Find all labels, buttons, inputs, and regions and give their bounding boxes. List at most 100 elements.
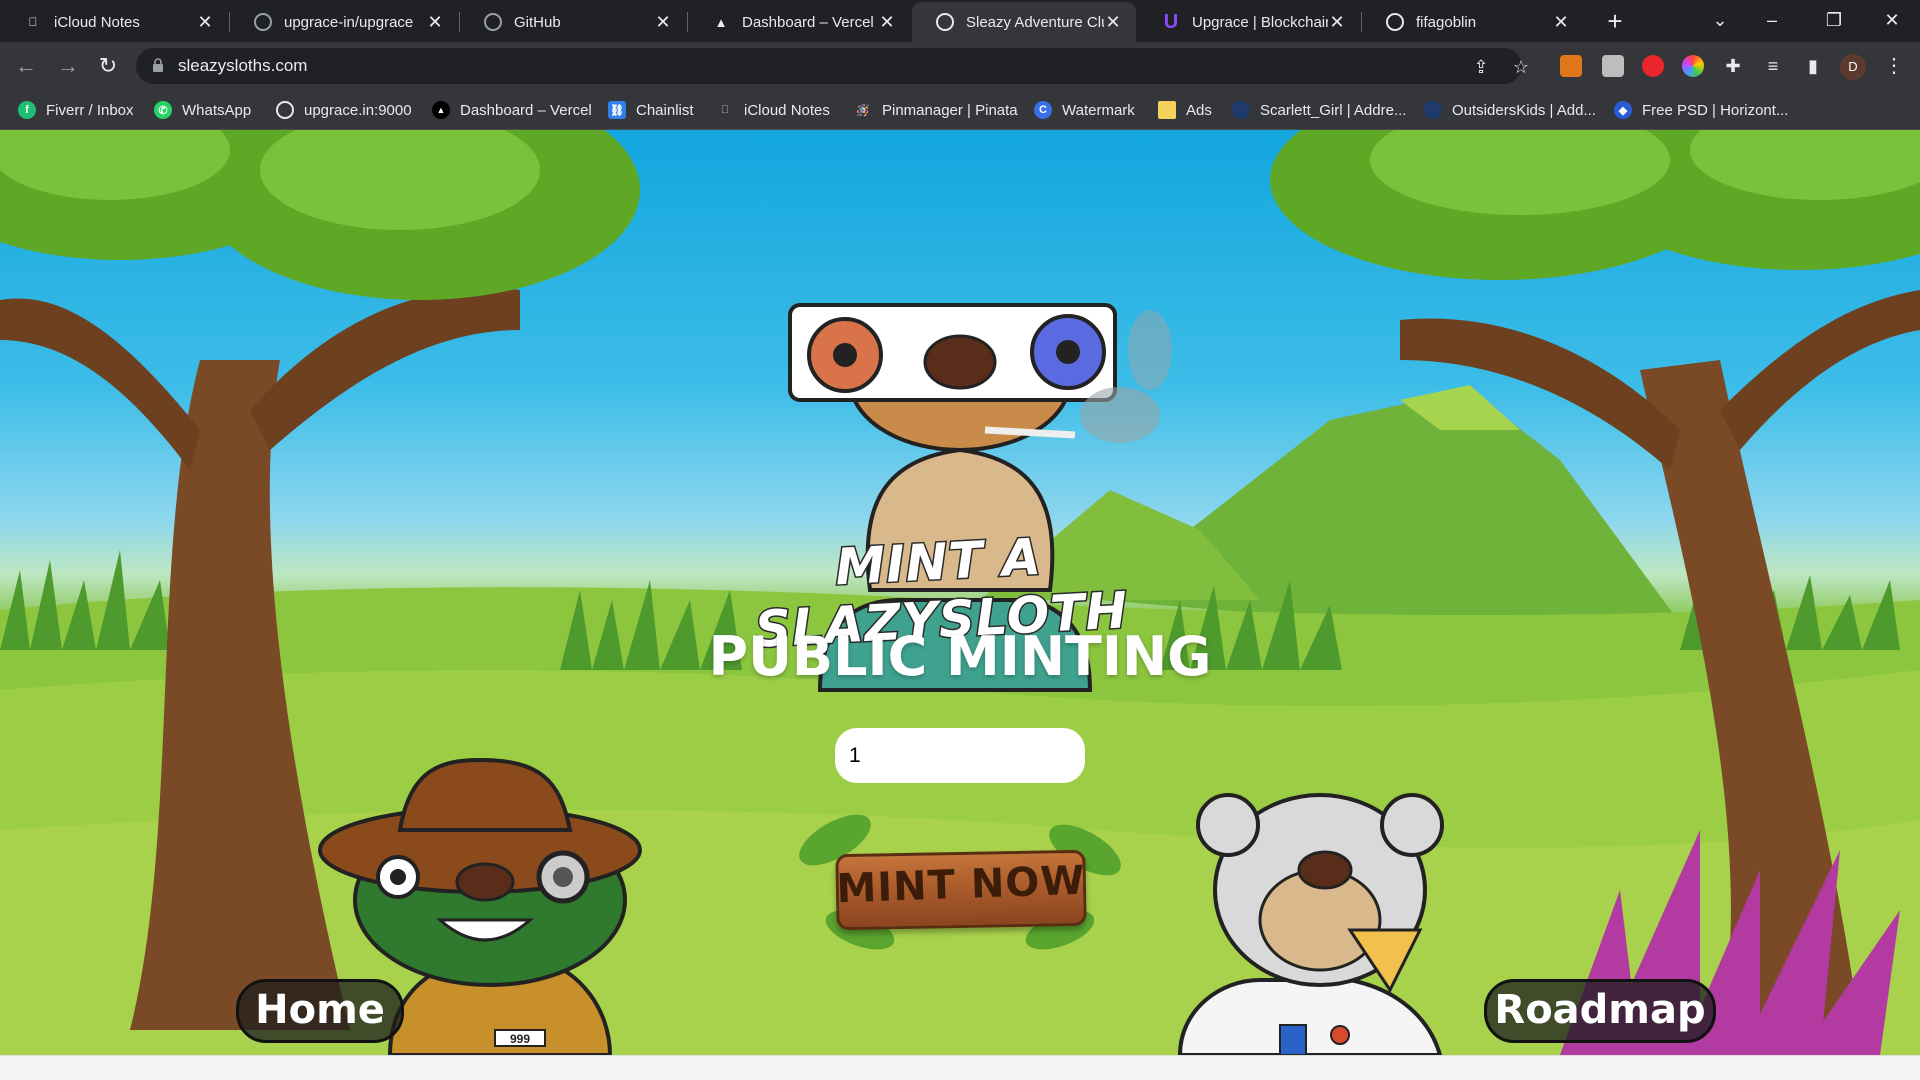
globe-icon: [936, 13, 954, 31]
bookmark-star-icon[interactable]: ☆: [1508, 54, 1534, 80]
bookmark-label: WhatsApp: [182, 101, 252, 119]
opensea-icon: [1424, 101, 1442, 119]
page-heading: PUBLIC MINTING: [708, 625, 1212, 688]
bookmark-label: upgrace.in:9000: [304, 101, 412, 119]
address-bar[interactable]: sleazysloths.com ⇪ ☆: [136, 48, 1529, 84]
tab-strip:  iCloud Notes ✕ upgrace-in/upgrace ✕ Gi…: [0, 0, 1920, 42]
globe-icon: [276, 101, 294, 119]
left-tree-branch: [250, 288, 520, 450]
whatsapp-icon: ✆: [154, 101, 172, 119]
globe-icon: [1386, 13, 1404, 31]
tab-fifagoblin[interactable]: fifagoblin ✕: [1362, 2, 1584, 42]
mint-now-button[interactable]: MINT NOW: [835, 848, 1087, 932]
extension-icon[interactable]: [1602, 55, 1624, 77]
tab-search-chevron-icon[interactable]: ⌄: [1700, 4, 1740, 36]
new-tab-button[interactable]: +: [1600, 6, 1630, 36]
extensions-puzzle-icon[interactable]: ✚: [1720, 53, 1746, 79]
apple-icon: : [24, 13, 42, 31]
profile-avatar[interactable]: D: [1840, 54, 1866, 80]
close-icon[interactable]: ✕: [1552, 12, 1570, 33]
side-panel-icon[interactable]: ▮: [1800, 53, 1826, 79]
bookmark-label: OutsidersKids | Add...: [1452, 101, 1596, 119]
metamask-extension-icon[interactable]: [1560, 55, 1582, 77]
tab-icloud-notes[interactable]:  iCloud Notes ✕: [0, 2, 228, 42]
minimize-icon[interactable]: –: [1752, 4, 1792, 36]
bookmark-scarlett-girl[interactable]: Scarlett_Girl | Addre...: [1232, 98, 1406, 122]
tab-title: upgrace-in/upgrace: [284, 13, 414, 31]
bookmark-watermark[interactable]: C Watermark: [1034, 98, 1135, 122]
close-icon[interactable]: ✕: [196, 12, 214, 33]
close-icon[interactable]: ✕: [426, 12, 444, 33]
freepik-icon: ◆: [1614, 101, 1632, 119]
bookmark-free-psd[interactable]: ◆ Free PSD | Horizont...: [1614, 98, 1788, 122]
github-icon: [254, 13, 272, 31]
tab-vercel[interactable]: ▲ Dashboard – Vercel ✕: [688, 2, 910, 42]
tab-github[interactable]: GitHub ✕: [460, 2, 686, 42]
bookmark-whatsapp[interactable]: ✆ WhatsApp: [154, 98, 251, 122]
reload-icon[interactable]: ↻: [92, 50, 124, 82]
folder-icon: [1158, 101, 1176, 119]
watermark-icon: C: [1034, 101, 1052, 119]
bookmarks-bar: f Fiverr / Inbox ✆ WhatsApp upgrace.in:900…: [0, 90, 1920, 130]
bookmark-label: iCloud Notes: [744, 101, 830, 119]
bookmark-label: Watermark: [1062, 101, 1135, 119]
upgrace-u-icon: U: [1163, 10, 1179, 33]
restore-icon[interactable]: ❐: [1814, 4, 1854, 36]
bookmark-label: Pinmanager | Pinata: [882, 101, 1018, 119]
bookmark-label: Chainlist: [636, 101, 694, 119]
tab-sleazy-adventure-club[interactable]: Sleazy Adventure Club ✕: [912, 2, 1136, 42]
media-controls-icon[interactable]: ≡: [1760, 53, 1786, 79]
tab-title: GitHub: [514, 13, 561, 31]
tab-title: fifagoblin: [1416, 13, 1477, 31]
close-icon[interactable]: ✕: [654, 12, 672, 33]
close-icon[interactable]: ✕: [878, 12, 896, 33]
left-tree-branch: [0, 298, 200, 470]
bookmark-pinata[interactable]: 🪅 Pinmanager | Pinata: [854, 98, 1018, 122]
bookmark-ads[interactable]: Ads: [1158, 98, 1212, 122]
color-picker-extension-icon[interactable]: [1682, 55, 1704, 77]
opensea-icon: [1232, 101, 1250, 119]
apple-icon: : [716, 101, 734, 119]
tab-title: Dashboard – Vercel: [742, 13, 874, 31]
bookmark-label: Scarlett_Girl | Addre...: [1260, 101, 1407, 119]
close-icon[interactable]: ✕: [1328, 12, 1346, 33]
bookmark-vercel[interactable]: ▲ Dashboard – Vercel: [432, 98, 592, 122]
home-button[interactable]: Home: [236, 979, 404, 1043]
bookmark-icloud-notes[interactable]:  iCloud Notes: [716, 98, 830, 122]
back-arrow-icon[interactable]: ←: [10, 50, 42, 82]
pinata-icon: 🪅: [856, 104, 870, 117]
page-viewport: 999 MINT A SLAZYSLOTH PUBLIC MINTING MIN…: [0, 130, 1920, 1055]
tab-title: iCloud Notes: [54, 13, 140, 31]
forward-arrow-icon[interactable]: →: [52, 50, 84, 82]
tab-upgrace-github[interactable]: upgrace-in/upgrace ✕: [230, 2, 458, 42]
more-menu-icon[interactable]: ⋮: [1880, 52, 1908, 80]
bookmark-upgrace[interactable]: upgrace.in:9000: [276, 98, 412, 122]
close-icon[interactable]: ✕: [1104, 12, 1122, 33]
fiverr-icon: f: [18, 101, 36, 119]
bookmark-label: Ads: [1186, 101, 1212, 119]
right-tree-branch: [1720, 290, 1920, 450]
share-icon[interactable]: ⇪: [1468, 54, 1494, 80]
mint-now-label: MINT NOW: [835, 857, 1087, 913]
tab-title: Upgrace | Blockchain: [1192, 13, 1328, 31]
vercel-triangle-icon: ▲: [714, 14, 728, 30]
roadmap-button[interactable]: Roadmap: [1484, 979, 1716, 1043]
tab-title: Sleazy Adventure Club: [966, 13, 1104, 31]
mint-quantity-input[interactable]: [835, 728, 1085, 783]
bookmark-label: Fiverr / Inbox: [46, 101, 134, 119]
vercel-triangle-icon: ▲: [432, 101, 450, 119]
lock-icon: [153, 58, 163, 72]
page-bottom-edge: [0, 1055, 1920, 1080]
bookmark-label: Free PSD | Horizont...: [1642, 101, 1789, 119]
url-text: sleazysloths.com: [178, 56, 308, 75]
bookmark-fiverr[interactable]: f Fiverr / Inbox: [18, 98, 134, 122]
tab-upgrace-blockchain[interactable]: U Upgrace | Blockchain ✕: [1138, 2, 1360, 42]
bookmark-chainlist[interactable]: ⛓ Chainlist: [608, 98, 694, 122]
bookmark-label: Dashboard – Vercel: [460, 101, 592, 119]
extension-red-icon[interactable]: [1642, 55, 1664, 77]
window-close-icon[interactable]: ✕: [1872, 4, 1912, 36]
github-icon: [484, 13, 502, 31]
browser-toolbar: ← → ↻ sleazysloths.com ⇪ ☆ ✚ ≡ ▮ D ⋮: [0, 42, 1920, 90]
bookmark-outsiders-kids[interactable]: OutsidersKids | Add...: [1424, 98, 1596, 122]
cowboy-badge-number: 999: [510, 1032, 530, 1046]
